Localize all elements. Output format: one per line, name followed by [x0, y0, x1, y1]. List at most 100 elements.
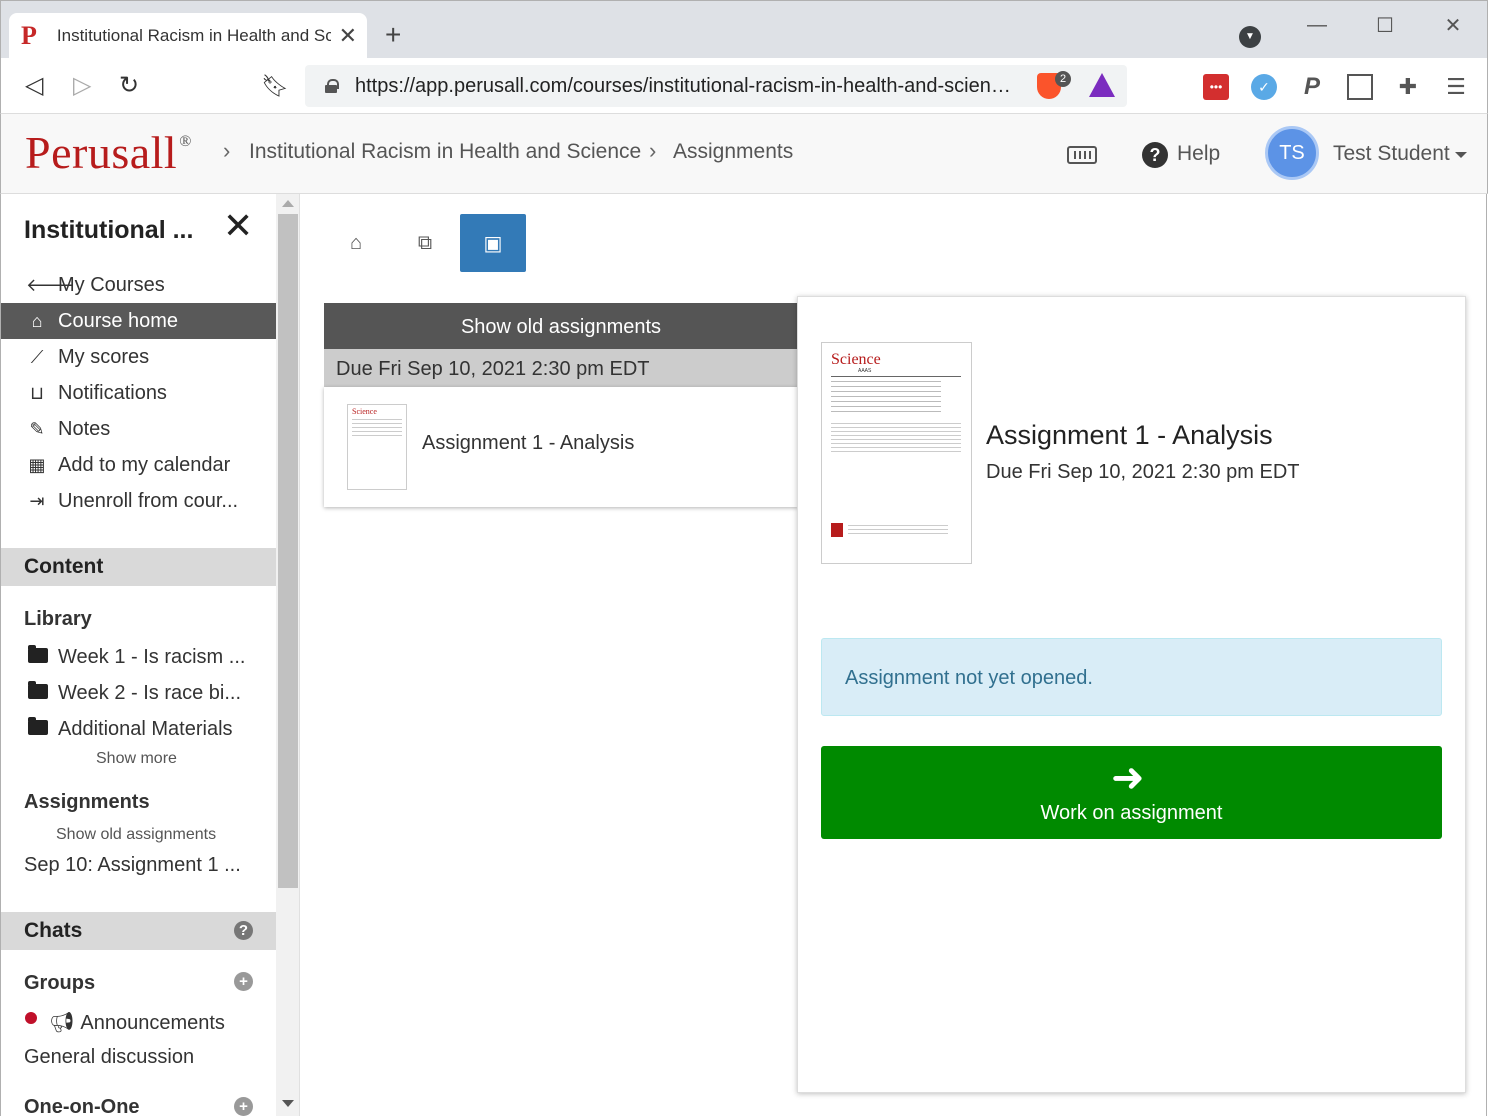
tab-search-icon[interactable]: ▼ — [1239, 26, 1261, 48]
back-icon[interactable]: ◁ — [25, 72, 43, 100]
add-group-icon[interactable]: + — [234, 972, 253, 991]
library-item-week-1[interactable]: Week 1 - Is racism ... — [28, 645, 246, 669]
library-item-label: Week 1 - Is racism ... — [58, 646, 246, 668]
tab-title: Institutional Racism in Health and Scien… — [56, 26, 331, 45]
assignment-card[interactable]: Science Assignment 1 - Analysis — [324, 387, 798, 507]
perusall-favicon-icon: P — [21, 21, 37, 50]
minimize-icon[interactable]: — — [1283, 1, 1351, 49]
address-bar[interactable]: https://app.perusall.com/courses/institu… — [305, 65, 1127, 107]
perusall-logo[interactable]: Perusall ® — [25, 126, 192, 179]
pencil-icon: ✎ — [29, 418, 45, 439]
home-view-button[interactable]: ⌂ — [323, 214, 389, 272]
shields-badge: 2 — [1055, 71, 1071, 87]
help-icon[interactable]: ? — [1142, 142, 1168, 168]
due-group-header: Due Fri Sep 10, 2021 2:30 pm EDT — [324, 349, 798, 387]
logo-mark: ® — [179, 133, 192, 150]
brave-rewards-icon[interactable] — [1089, 73, 1115, 97]
chats-help-icon[interactable]: ? — [234, 921, 253, 940]
calendar-icon: ▦ — [28, 454, 46, 475]
library-header: Library — [24, 608, 92, 630]
extension-v-icon[interactable]: ✓ — [1251, 74, 1277, 100]
arrow-right-icon: ➜ — [1111, 756, 1145, 800]
tab-close-icon[interactable]: ✕ — [339, 23, 357, 49]
group-label: Announcements — [80, 1012, 225, 1034]
show-more-link[interactable]: Show more — [96, 750, 177, 768]
keyboard-icon[interactable] — [1067, 146, 1097, 164]
add-chat-icon[interactable]: + — [234, 1097, 253, 1116]
sidebar-item-course-home[interactable]: ⌂ Course home — [1, 303, 276, 339]
document-thumbnail: Science — [347, 404, 407, 490]
lastpass-icon[interactable]: ••• — [1203, 74, 1229, 100]
user-menu[interactable]: Test Student — [1333, 142, 1450, 166]
scroll-down-icon[interactable] — [282, 1100, 294, 1107]
window-controls: — ☐ ✕ — [1283, 1, 1487, 49]
assignments-header: Assignments — [24, 791, 150, 813]
app-header: Perusall ® › Institutional Racism in Heal… — [0, 114, 1488, 194]
window-close-icon[interactable]: ✕ — [1419, 1, 1487, 49]
bookmark-icon[interactable]: 🔖︎ — [261, 72, 289, 100]
megaphone-icon: 📢︎ — [49, 1012, 75, 1034]
sidebar-item-my-scores[interactable]: ⟋ My scores — [1, 339, 276, 375]
breadcrumb-course[interactable]: Institutional Racism in Health and Scien… — [249, 140, 641, 164]
group-general-discussion[interactable]: General discussion — [24, 1046, 194, 1069]
chart-line-icon: ⟋ — [30, 346, 44, 367]
work-on-assignment-button[interactable]: ➜ Work on assignment — [821, 746, 1442, 839]
perusall-extension-icon[interactable]: P — [1299, 73, 1325, 100]
extensions-puzzle-icon[interactable]: ✚ — [1395, 74, 1421, 100]
library-item-week-2[interactable]: Week 2 - Is race bi... — [28, 681, 241, 705]
folder-icon — [28, 645, 48, 663]
sidebar-item-unenroll[interactable]: ⇥ Unenroll from cour... — [1, 483, 276, 519]
sidebar-item-label: Notes — [58, 417, 111, 440]
document-preview[interactable]: Science AAAS — [821, 342, 972, 564]
folder-icon — [28, 717, 48, 735]
sidebar-item-notes[interactable]: ✎ Notes — [1, 411, 276, 447]
home-icon: ⌂ — [349, 231, 363, 254]
sidebar-item-add-to-calendar[interactable]: ▦ Add to my calendar — [1, 447, 276, 483]
jstor-logo-icon — [831, 523, 843, 537]
maximize-icon[interactable]: ☐ — [1351, 1, 1419, 49]
chevron-right-icon: › — [649, 138, 657, 163]
library-item-additional[interactable]: Additional Materials — [28, 717, 233, 741]
unread-dot — [25, 1012, 37, 1024]
home-icon: ⌂ — [31, 310, 43, 331]
assignments-view-button[interactable]: ▣ — [460, 214, 526, 272]
reader-mode-icon[interactable] — [1347, 74, 1373, 100]
scroll-thumb[interactable] — [278, 214, 298, 888]
group-announcements[interactable]: 📢︎ Announcements — [49, 1010, 225, 1035]
browser-tab[interactable]: P Institutional Racism in Health and Sci… — [9, 13, 367, 59]
one-on-one-header: One-on-One — [24, 1096, 140, 1116]
documents-view-button[interactable]: ⧉ — [392, 214, 458, 272]
url-text[interactable]: https://app.perusall.com/courses/institu… — [355, 75, 1015, 98]
sidebar-item-label: Notifications — [58, 381, 167, 404]
assignment-detail-panel: Science AAAS Assignment 1 - Analysis Due… — [797, 296, 1466, 1093]
work-on-assignment-label: Work on assignment — [1040, 802, 1223, 824]
caret-down-icon[interactable] — [1455, 152, 1467, 158]
browser-toolbar: ◁ ▷ ↻ 🔖︎ https://app.perusall.com/course… — [0, 58, 1488, 114]
sign-out-icon: ⇥ — [29, 490, 45, 511]
browser-menu-icon[interactable]: ☰ — [1443, 74, 1469, 100]
sidebar-item-label: Course home — [58, 309, 179, 332]
sidebar-item-notifications[interactable]: ⊔ Notifications — [1, 375, 276, 411]
show-old-assignments-link[interactable]: Show old assignments — [56, 826, 216, 844]
sidebar-item-my-courses[interactable]: 🡐 My Courses — [1, 267, 276, 303]
sidebar-course-title: Institutional ... — [24, 216, 194, 244]
assignment-title: Assignment 1 - Analysis — [986, 420, 1273, 450]
preview-rule — [831, 376, 961, 377]
sidebar-item-label: Unenroll from cour... — [58, 489, 239, 512]
help-link[interactable]: Help — [1177, 142, 1220, 166]
avatar[interactable]: TS — [1265, 126, 1319, 180]
arrow-left-icon: 🡐 — [26, 274, 75, 295]
close-sidebar-icon[interactable]: ✕ — [223, 208, 253, 244]
library-item-label: Additional Materials — [58, 718, 233, 740]
section-content: Content — [1, 548, 276, 586]
new-tab-icon[interactable]: + — [385, 19, 401, 51]
show-old-assignments-button[interactable]: Show old assignments — [324, 303, 798, 349]
sidebar-scrollbar[interactable] — [276, 194, 300, 1116]
reload-icon[interactable]: ↻ — [119, 72, 139, 100]
sidebar-assignment-link[interactable]: Sep 10: Assignment 1 ... — [24, 854, 241, 877]
scroll-up-icon[interactable] — [282, 200, 294, 207]
forward-icon[interactable]: ▷ — [73, 72, 91, 100]
thumbnail-journal: Science — [352, 407, 377, 416]
inbox-icon: ⊔ — [29, 382, 45, 403]
breadcrumb-page[interactable]: Assignments — [673, 140, 793, 164]
